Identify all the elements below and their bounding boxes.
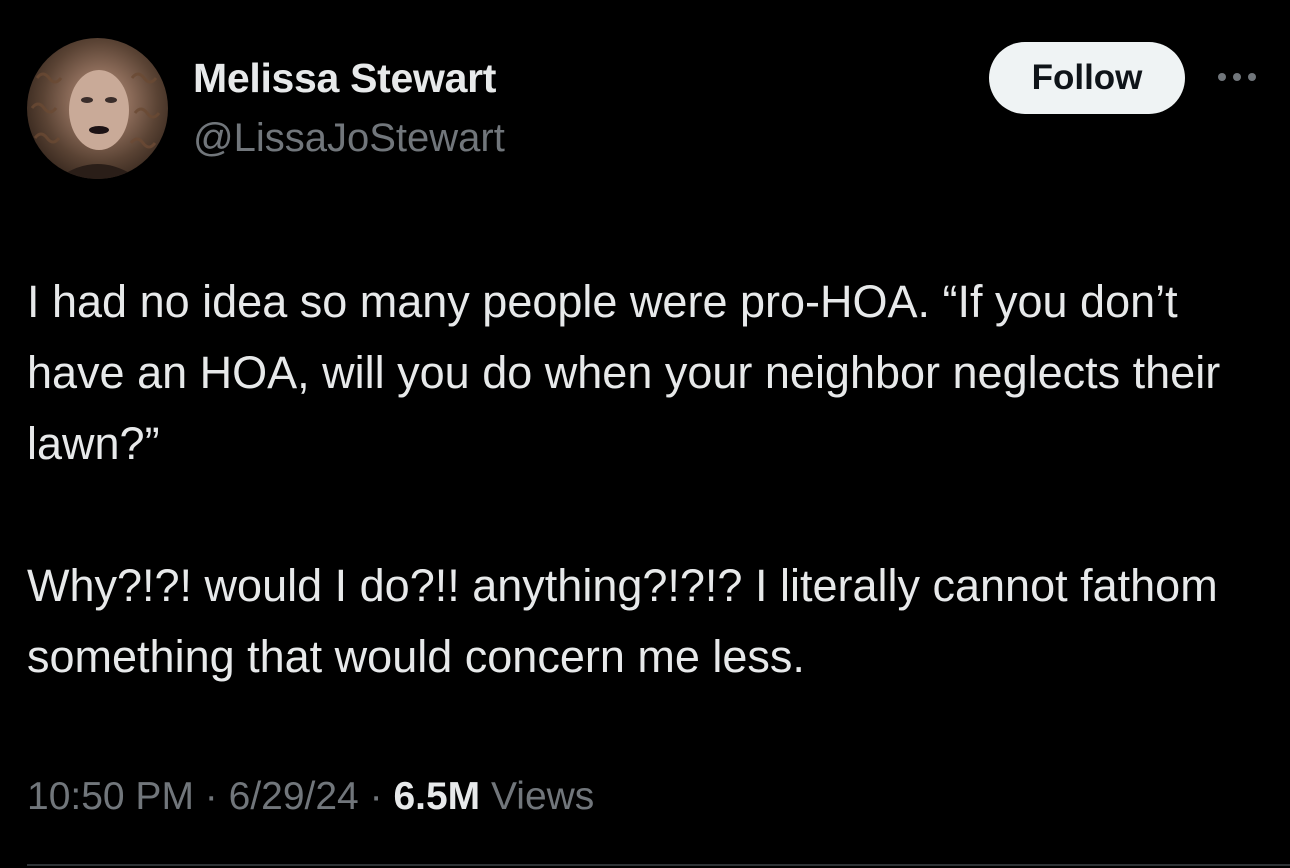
meta-separator: · [204, 775, 218, 818]
follow-button[interactable]: Follow [989, 42, 1185, 114]
avatar[interactable] [27, 38, 168, 179]
tweet-time[interactable]: 10:50 PM [27, 775, 194, 818]
author-display-name[interactable]: Melissa Stewart [193, 55, 496, 102]
views-label: Views [490, 775, 595, 818]
tweet-card: Melissa Stewart @LissaJoStewart Follow I… [0, 0, 1290, 868]
tweet-date[interactable]: 6/29/24 [229, 775, 359, 818]
tweet-paragraph: Why?!?! would I do?!! anything?!?!? I li… [27, 560, 1218, 682]
more-options-button[interactable] [1212, 62, 1262, 92]
divider [27, 864, 1290, 866]
tweet-paragraph: I had no idea so many people were pro-HO… [27, 276, 1221, 469]
meta-separator: · [369, 775, 383, 818]
views-count[interactable]: 6.5M [393, 775, 480, 818]
avatar-image [30, 70, 161, 179]
tweet-meta: 10:50 PM · 6/29/24 · 6.5M Views [27, 775, 594, 819]
more-horizontal-icon [1218, 73, 1256, 81]
tweet-body: I had no idea so many people were pro-HO… [27, 266, 1277, 692]
author-handle[interactable]: @LissaJoStewart [193, 116, 505, 161]
